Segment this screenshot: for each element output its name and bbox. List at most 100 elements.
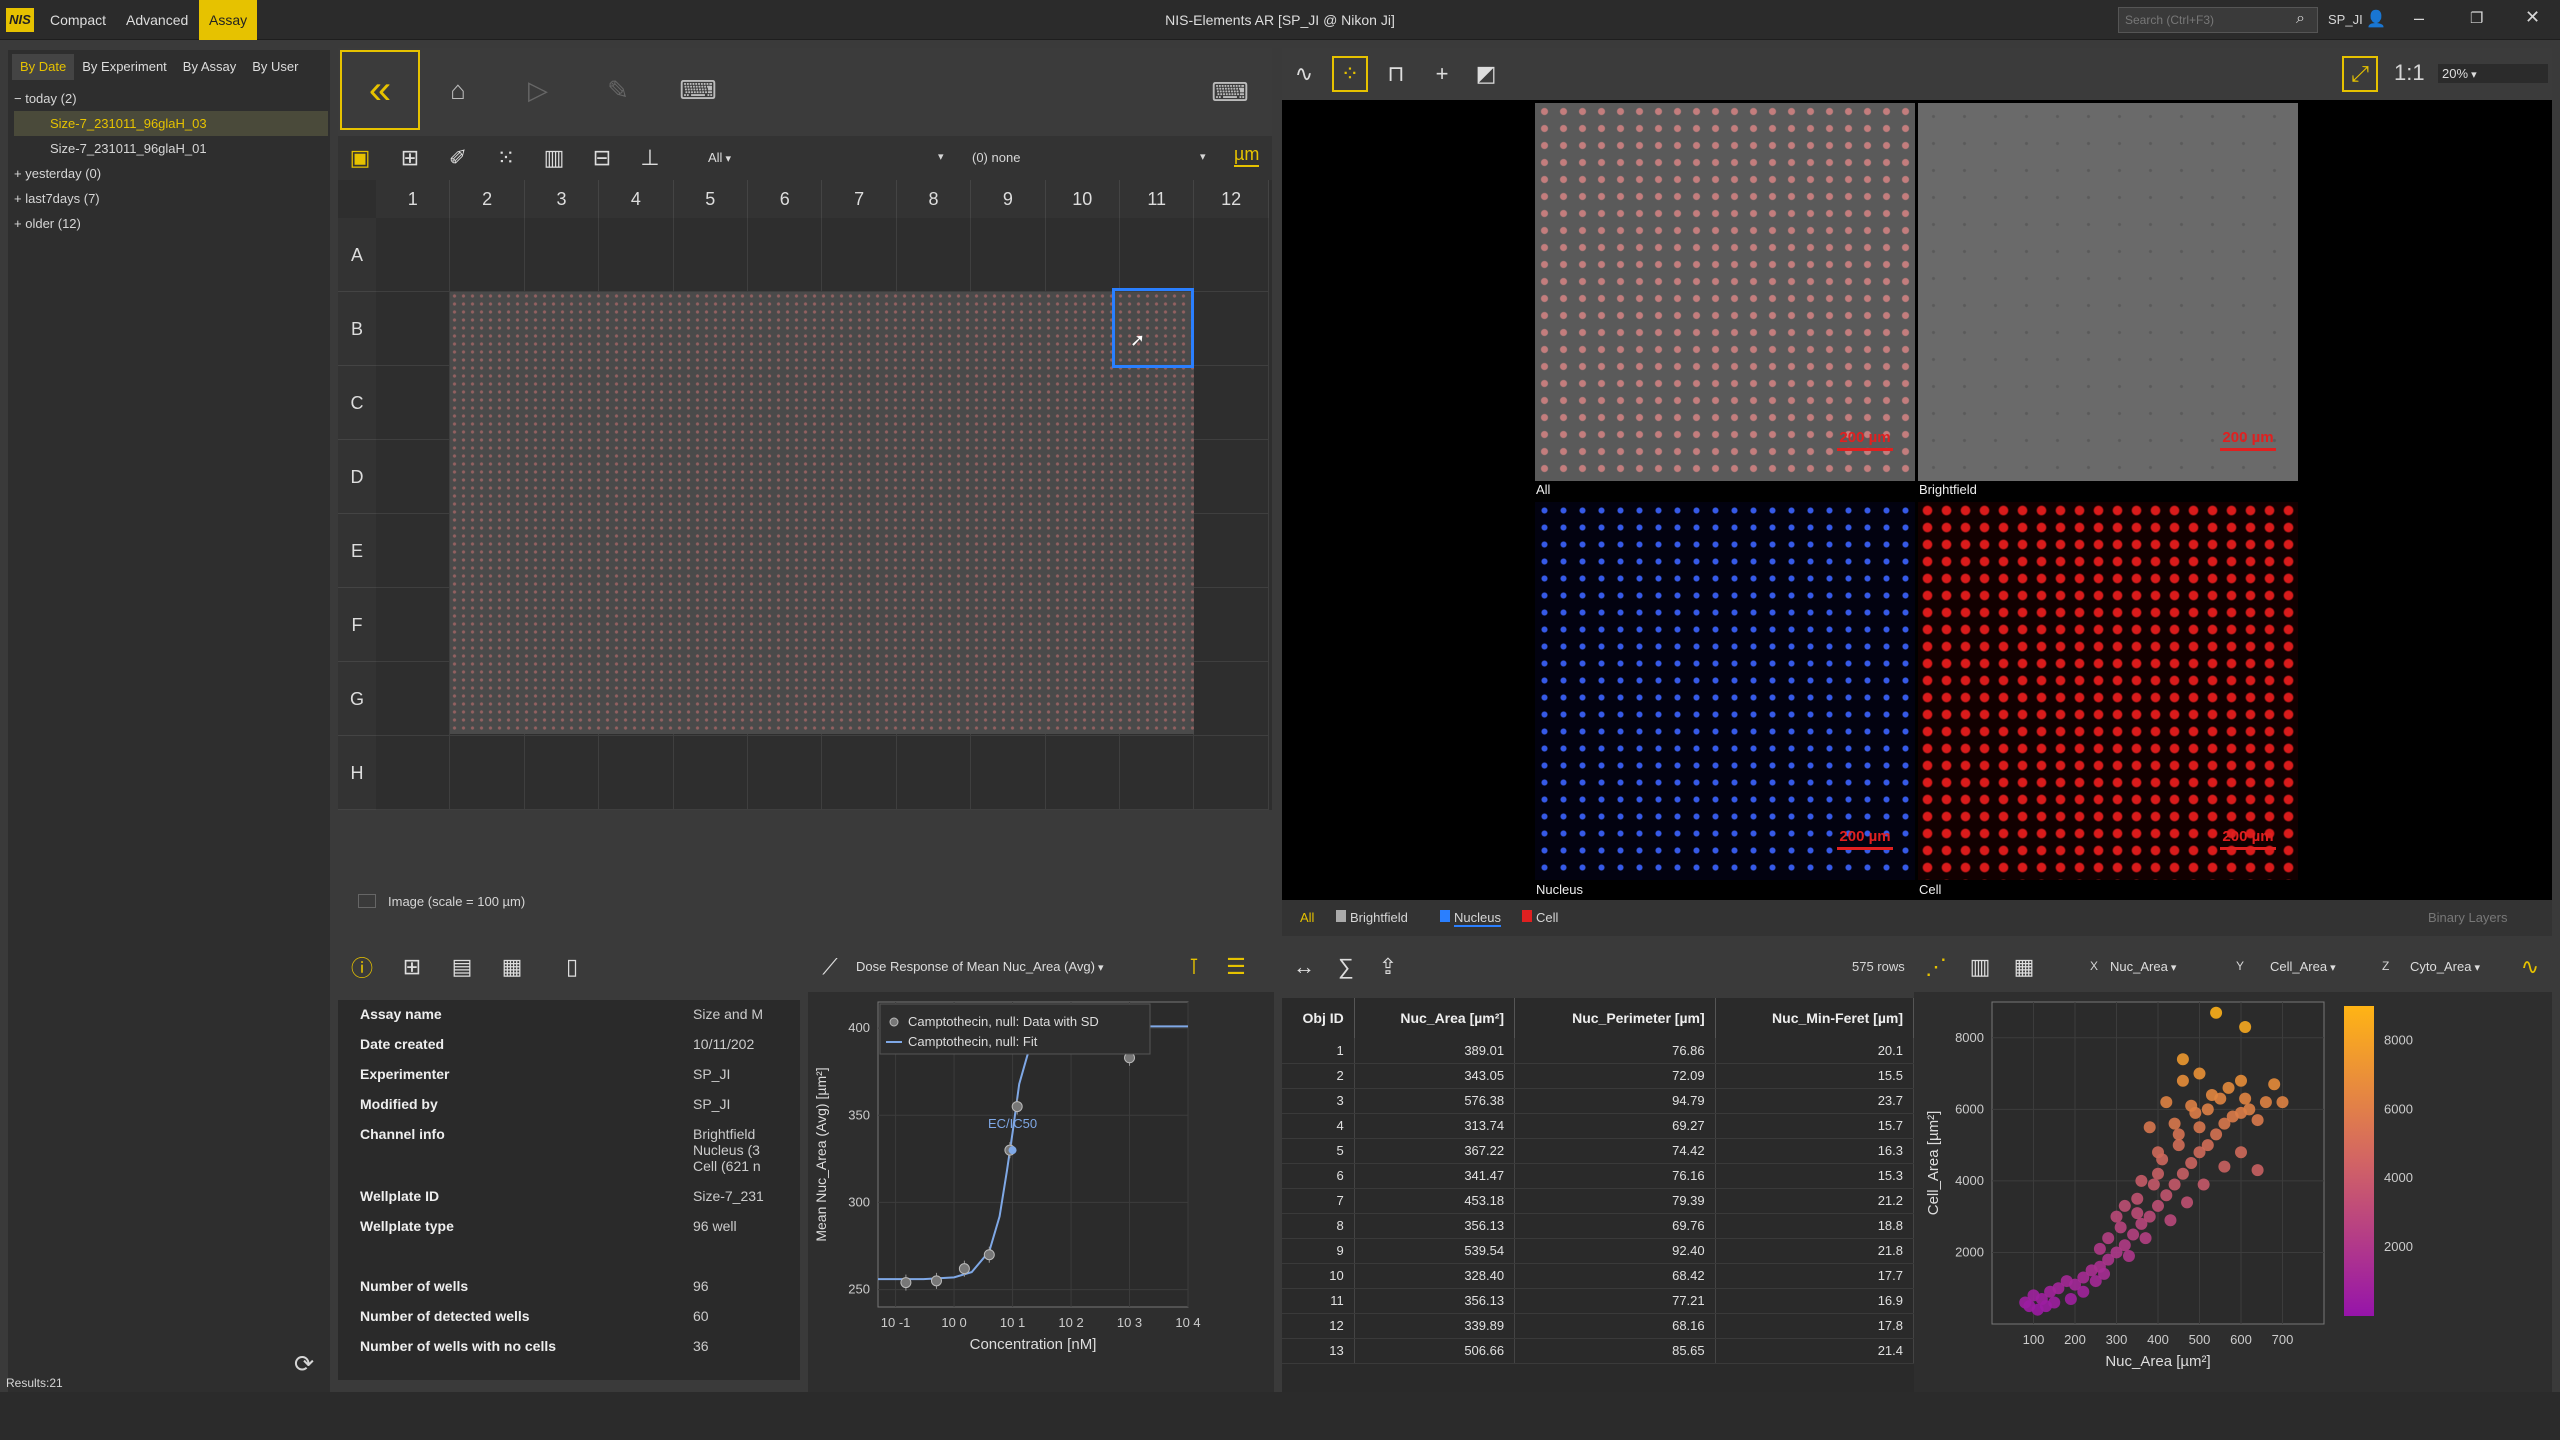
table-row[interactable]: 5 367.22 74.42 16.3 — [1282, 1138, 1914, 1164]
fit-icon[interactable]: ⤢ — [2342, 56, 2378, 92]
image-scale-checkbox[interactable] — [358, 894, 376, 908]
well-H11[interactable] — [1120, 736, 1195, 810]
well-H1[interactable] — [376, 736, 451, 810]
column-header[interactable]: Nuc_Min-Feret [µm] — [1715, 998, 1914, 1038]
well-A11[interactable] — [1120, 218, 1195, 292]
tab-by-assay[interactable]: By Assay — [175, 54, 244, 80]
export-icon[interactable]: ⇪ — [1370, 949, 1406, 985]
row-header[interactable]: A — [338, 218, 376, 292]
table-icon[interactable]: ⊞ — [392, 140, 428, 176]
well-G12[interactable] — [1194, 662, 1269, 736]
well-A3[interactable] — [524, 218, 600, 292]
table-row[interactable]: 1 389.01 76.86 20.1 — [1282, 1038, 1914, 1064]
row-header[interactable]: G — [338, 662, 376, 736]
label-select[interactable]: (0) none — [972, 150, 1222, 165]
column-header[interactable]: Obj ID — [1282, 998, 1355, 1038]
col-header[interactable]: 2 — [450, 180, 525, 218]
tree-item-selected[interactable]: Size-7_231011_96glaH_03 — [14, 111, 328, 136]
well-C12[interactable] — [1194, 366, 1269, 440]
report-icon[interactable]: ▦ — [494, 949, 530, 985]
y-select[interactable]: Cell_Area — [2270, 959, 2360, 974]
table-row[interactable]: 7 453.18 79.39 21.2 — [1282, 1188, 1914, 1214]
chart-select[interactable]: Dose Response of Mean Nuc_Area (Avg) — [856, 959, 1216, 974]
well-A4[interactable] — [599, 218, 674, 292]
chevron-down-icon[interactable]: ▾ — [1200, 150, 1206, 163]
tree-item[interactable]: Size-7_231011_96glaH_01 — [14, 136, 328, 161]
info-icon[interactable]: ⓘ — [344, 949, 380, 985]
tree-node-yesterday[interactable]: + yesterday (0) — [14, 161, 328, 186]
col-header[interactable]: 1 — [376, 180, 451, 218]
table-row[interactable]: 13 506.66 85.65 21.4 — [1282, 1338, 1914, 1364]
clipboard-icon[interactable]: ▯ — [554, 949, 590, 985]
col-header[interactable]: 9 — [971, 180, 1046, 218]
well-H10[interactable] — [1045, 736, 1120, 810]
grid-view-icon[interactable]: ⌨ — [1200, 62, 1260, 122]
image-brightfield[interactable]: 200 µm — [1918, 103, 2298, 481]
well-H9[interactable] — [971, 736, 1046, 810]
row-header[interactable]: C — [338, 366, 376, 440]
z-select[interactable]: Cyto_Area — [2410, 959, 2500, 974]
close-icon[interactable]: ✕ — [2525, 7, 2540, 28]
well-E1[interactable] — [376, 514, 451, 588]
restore-icon[interactable]: ❐ — [2470, 9, 2483, 27]
row-header[interactable]: B — [338, 292, 376, 366]
table-row[interactable]: 12 339.89 68.16 17.8 — [1282, 1313, 1914, 1339]
well-H12[interactable] — [1194, 736, 1269, 810]
tree-node-today[interactable]: − today (2) — [14, 86, 328, 111]
table-row[interactable]: 2 343.05 72.09 15.5 — [1282, 1063, 1914, 1089]
formula-icon[interactable]: ∑ — [1328, 949, 1364, 985]
well-H8[interactable] — [896, 736, 972, 810]
table-row[interactable]: 10 328.40 68.42 17.7 — [1282, 1263, 1914, 1289]
col-header[interactable]: 5 — [673, 180, 748, 218]
image-all[interactable]: 200 µm — [1535, 103, 1915, 481]
table-row[interactable]: 6 341.47 76.16 15.3 — [1282, 1163, 1914, 1189]
layout-icon[interactable]: ▤ — [444, 949, 480, 985]
well-E12[interactable] — [1194, 514, 1269, 588]
well-F1[interactable] — [376, 588, 451, 662]
zoom-select[interactable]: 20% — [2438, 64, 2548, 83]
keyboard-icon[interactable]: ⌨ — [668, 60, 728, 120]
well-H3[interactable] — [524, 736, 600, 810]
align-icon[interactable]: ⊟ — [584, 140, 620, 176]
tree-node-older[interactable]: + older (12) — [14, 211, 328, 236]
dots-grid-icon[interactable]: ⁙ — [488, 140, 524, 176]
well-A12[interactable] — [1194, 218, 1269, 292]
measure-icon[interactable]: ⊥ — [632, 140, 668, 176]
fit-curve-icon[interactable]: ∿ — [2512, 949, 2548, 985]
well-A9[interactable] — [971, 218, 1046, 292]
search-icon[interactable]: ⌕ — [2296, 10, 2305, 28]
column-chart-icon[interactable]: ▦ — [2006, 949, 2042, 985]
col-header[interactable]: 12 — [1194, 180, 1269, 218]
well-A1[interactable] — [376, 218, 451, 292]
column-header[interactable]: Nuc_Perimeter [µm] — [1514, 998, 1716, 1038]
well-H5[interactable] — [673, 736, 748, 810]
image-cell[interactable]: 200 µm — [1918, 502, 2298, 880]
filter-select[interactable]: All — [708, 150, 948, 165]
well-H7[interactable] — [822, 736, 897, 810]
well-D1[interactable] — [376, 440, 451, 514]
menu-assay[interactable]: Assay — [199, 0, 258, 40]
table-row[interactable]: 11 356.13 77.21 16.9 — [1282, 1288, 1914, 1314]
well-F12[interactable] — [1194, 588, 1269, 662]
col-header[interactable]: 7 — [822, 180, 897, 218]
user-icon[interactable]: 👤 — [2366, 9, 2386, 29]
well-H6[interactable] — [748, 736, 823, 810]
scatter-icon[interactable]: ⋰ — [1918, 949, 1954, 985]
list-icon[interactable]: ☰ — [1218, 949, 1254, 985]
x-select[interactable]: Nuc_Area — [2110, 959, 2200, 974]
row-header[interactable]: E — [338, 514, 376, 588]
histogram-icon[interactable]: ▥ — [1962, 949, 1998, 985]
channel-tab-brightfield[interactable]: Brightfield — [1350, 910, 1408, 925]
collapse-icon[interactable]: « — [340, 50, 420, 130]
well-B1[interactable] — [376, 292, 451, 366]
col-header[interactable]: 6 — [748, 180, 823, 218]
well-A8[interactable] — [896, 218, 972, 292]
search-input[interactable]: Search (Ctrl+F3) — [2118, 7, 2318, 33]
row-header[interactable]: F — [338, 588, 376, 662]
overlay-icon[interactable]: ◩ — [1468, 56, 1504, 92]
minimize-icon[interactable]: – — [2414, 8, 2424, 29]
refresh-icon[interactable]: ⟳ — [294, 1350, 314, 1379]
plate-montage-image[interactable] — [450, 292, 1194, 734]
well-H4[interactable] — [599, 736, 674, 810]
well-C1[interactable] — [376, 366, 451, 440]
